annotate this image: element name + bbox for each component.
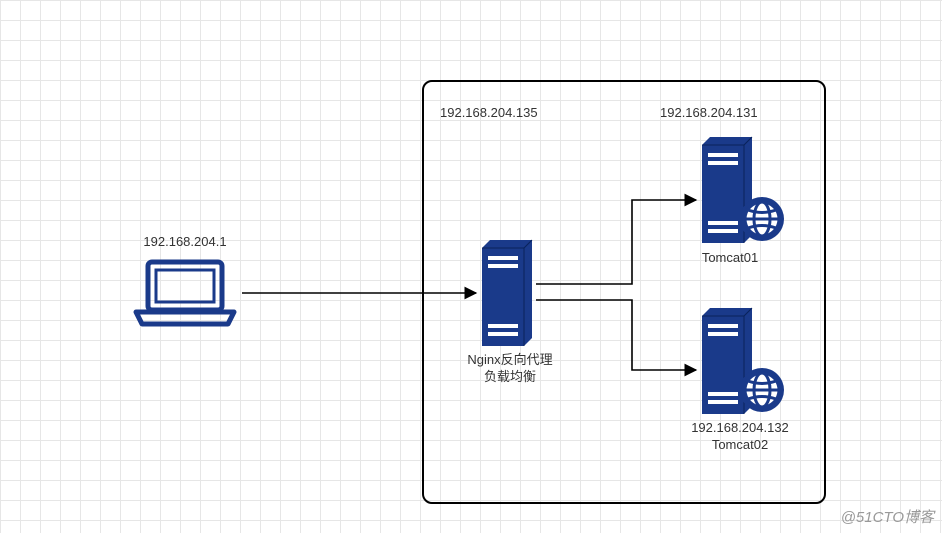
watermark-text: @51CTO博客 [841, 506, 934, 527]
arrow-nginx-to-tomcat2 [536, 300, 696, 370]
arrow-nginx-to-tomcat1 [536, 200, 696, 284]
connectors [0, 0, 942, 533]
